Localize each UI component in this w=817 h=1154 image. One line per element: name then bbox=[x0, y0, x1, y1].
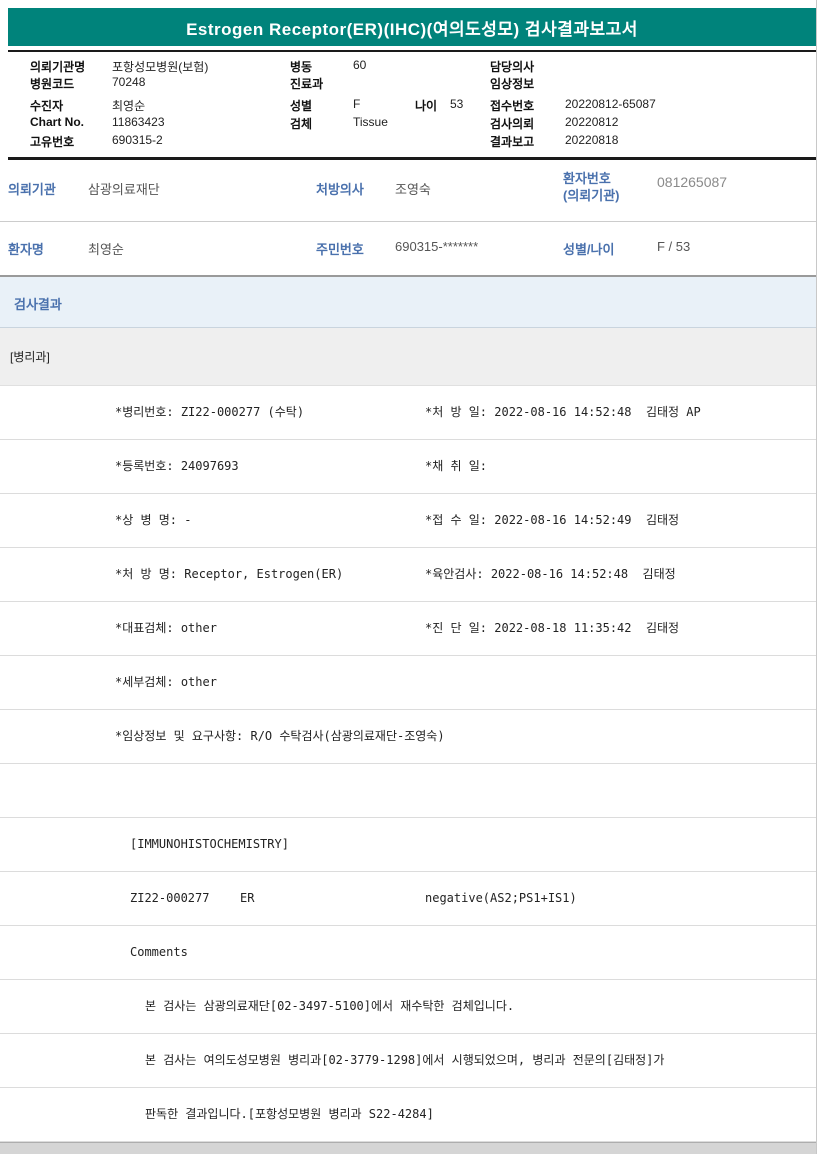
info-label: 검체 bbox=[290, 117, 313, 131]
info-label: 임상정보 bbox=[490, 77, 535, 91]
info-label: Chart No. bbox=[30, 115, 84, 129]
comment-line-1: 본 검사는 삼광의료재단[02-3497-5100]에서 재수탁한 검체입니다. bbox=[145, 999, 515, 1013]
info-label: 나이 bbox=[415, 99, 438, 113]
info-label: 수진자 bbox=[30, 99, 64, 113]
info-value: 53 bbox=[450, 97, 464, 111]
info-label: 병원코드 bbox=[30, 77, 75, 91]
info-value: F bbox=[353, 97, 361, 111]
sex-age-label: 성별/나이 bbox=[563, 242, 615, 257]
report-page: Estrogen Receptor(ER)(IHC)(여의도성모) 검사결과보고… bbox=[0, 0, 817, 1154]
resident-no-value: 690315-******* bbox=[395, 239, 479, 254]
table-row: *대표검체: other *진 단 일: 2022-08-18 11:35:42… bbox=[0, 602, 816, 656]
sub-specimen: *세부검체: other bbox=[115, 675, 217, 689]
patient-name-label: 환자명 bbox=[8, 242, 44, 257]
gross-exam-date: *육안검사: 2022-08-16 14:52:48 김태정 bbox=[425, 567, 676, 581]
table-row: [IMMUNOHISTOCHEMISTRY] bbox=[0, 818, 816, 872]
info-value: 20220818 bbox=[565, 133, 619, 147]
resident-no-label: 주민번호 bbox=[316, 242, 364, 257]
table-row: 본 검사는 여의도성모병원 병리과[02-3779-1298]에서 시행되었으며… bbox=[0, 1034, 816, 1088]
diagnosis-name: *상 병 명: - bbox=[115, 513, 192, 527]
collection-date: *채 취 일: bbox=[425, 459, 488, 473]
table-row: *등록번호: 24097693 *채 취 일: bbox=[0, 440, 816, 494]
receipt-date: *접 수 일: 2022-08-16 14:52:49 김태정 bbox=[425, 513, 680, 527]
table-row: ZI22-000277 ER negative(AS2;PS1+IS1) bbox=[0, 872, 816, 926]
info-value: Tissue bbox=[353, 115, 388, 129]
order-name: *처 방 명: Receptor, Estrogen(ER) bbox=[115, 567, 344, 581]
info-label: 진료과 bbox=[290, 77, 324, 91]
info-label: 담당의사 bbox=[490, 60, 535, 74]
table-row: *병리번호: ZI22-000277 (수탁) *처 방 일: 2022-08-… bbox=[0, 386, 816, 440]
info-label: 병동 bbox=[290, 60, 313, 74]
info-value: 11863423 bbox=[112, 115, 165, 129]
info-label: 고유번호 bbox=[30, 135, 75, 149]
clinical-info-request: *임상정보 및 요구사항: R/O 수탁검사(삼광의료재단-조영숙) bbox=[115, 729, 445, 743]
result-section-title: 검사결과 bbox=[14, 297, 62, 312]
table-row bbox=[0, 764, 816, 818]
table-row: 판독한 결과입니다.[포항성모병원 병리과 S22-4284] bbox=[0, 1088, 816, 1142]
info-label: 검사의뢰 bbox=[490, 117, 535, 131]
table-row: *처 방 명: Receptor, Estrogen(ER) *육안검사: 20… bbox=[0, 548, 816, 602]
info-value: 20220812-65087 bbox=[565, 97, 656, 111]
prescribing-doctor-label: 처방의사 bbox=[316, 182, 364, 197]
sex-age-value: F / 53 bbox=[657, 239, 691, 254]
comment-line-2: 본 검사는 여의도성모병원 병리과[02-3779-1298]에서 시행되었으며… bbox=[145, 1053, 665, 1067]
info-label: 결과보고 bbox=[490, 135, 535, 149]
referral-agency-label: 의뢰기관 bbox=[8, 182, 56, 197]
table-row: 본 검사는 삼광의료재단[02-3497-5100]에서 재수탁한 검체입니다. bbox=[0, 980, 816, 1034]
ihc-specimen-no: ZI22-000277 bbox=[130, 891, 210, 905]
comment-line-3: 판독한 결과입니다.[포항성모병원 병리과 S22-4284] bbox=[145, 1107, 434, 1121]
department-bar: [병리과] bbox=[0, 328, 816, 386]
referral-agency-value: 삼광의료재단 bbox=[88, 182, 160, 197]
result-section-bar: 검사결과 bbox=[0, 277, 816, 328]
info-value: 20220812 bbox=[565, 115, 619, 129]
ihc-section-header: [IMMUNOHISTOCHEMISTRY] bbox=[130, 837, 289, 851]
patient-info-box: 의뢰기관명 포항성모병원(보험) 병원코드 70248 수진자 최영순 Char… bbox=[8, 50, 816, 160]
result-details: *병리번호: ZI22-000277 (수탁) *처 방 일: 2022-08-… bbox=[0, 386, 816, 1142]
info-value: 포항성모병원(보험) bbox=[112, 60, 209, 74]
info-value: 690315-2 bbox=[112, 133, 163, 147]
registration-number: *등록번호: 24097693 bbox=[115, 459, 239, 473]
table-row: *임상정보 및 요구사항: R/O 수탁검사(삼광의료재단-조영숙) bbox=[0, 710, 816, 764]
referral-row: 의뢰기관 삼광의료재단 처방의사 조영숙 환자번호 (의뢰기관) 0812650… bbox=[0, 160, 816, 222]
ihc-result: negative(AS2;PS1+IS1) bbox=[425, 891, 577, 905]
patient-row: 환자명 최영순 주민번호 690315-******* 성별/나이 F / 53 bbox=[0, 222, 816, 277]
table-row: *세부검체: other bbox=[0, 656, 816, 710]
table-row: *상 병 명: - *접 수 일: 2022-08-16 14:52:49 김태… bbox=[0, 494, 816, 548]
comments-header: Comments bbox=[130, 945, 188, 959]
info-label: 접수번호 bbox=[490, 99, 535, 113]
ihc-test-name: ER bbox=[240, 891, 255, 905]
patient-name-value: 최영순 bbox=[88, 242, 124, 257]
table-row: Comments bbox=[0, 926, 816, 980]
info-label: 성별 bbox=[290, 99, 313, 113]
representative-specimen: *대표검체: other bbox=[115, 621, 217, 635]
info-value: 60 bbox=[353, 58, 367, 72]
prescribing-doctor-value: 조영숙 bbox=[395, 182, 431, 197]
diagnosis-date: *진 단 일: 2022-08-18 11:35:42 김태정 bbox=[425, 621, 680, 635]
info-label: 의뢰기관명 bbox=[30, 60, 86, 74]
patient-no-value: 081265087 bbox=[657, 174, 728, 190]
report-title: Estrogen Receptor(ER)(IHC)(여의도성모) 검사결과보고… bbox=[186, 19, 638, 39]
horizontal-scrollbar[interactable] bbox=[0, 1142, 816, 1154]
info-value: 70248 bbox=[112, 75, 146, 89]
pathology-number: *병리번호: ZI22-000277 (수탁) bbox=[115, 405, 305, 419]
info-value: 최영순 bbox=[112, 99, 146, 113]
department-label: [병리과] bbox=[10, 350, 50, 364]
patient-no-label-line2: (의뢰기관) bbox=[563, 188, 620, 203]
report-title-banner: Estrogen Receptor(ER)(IHC)(여의도성모) 검사결과보고… bbox=[8, 8, 816, 46]
order-date: *처 방 일: 2022-08-16 14:52:48 김태정 AP bbox=[425, 405, 701, 419]
